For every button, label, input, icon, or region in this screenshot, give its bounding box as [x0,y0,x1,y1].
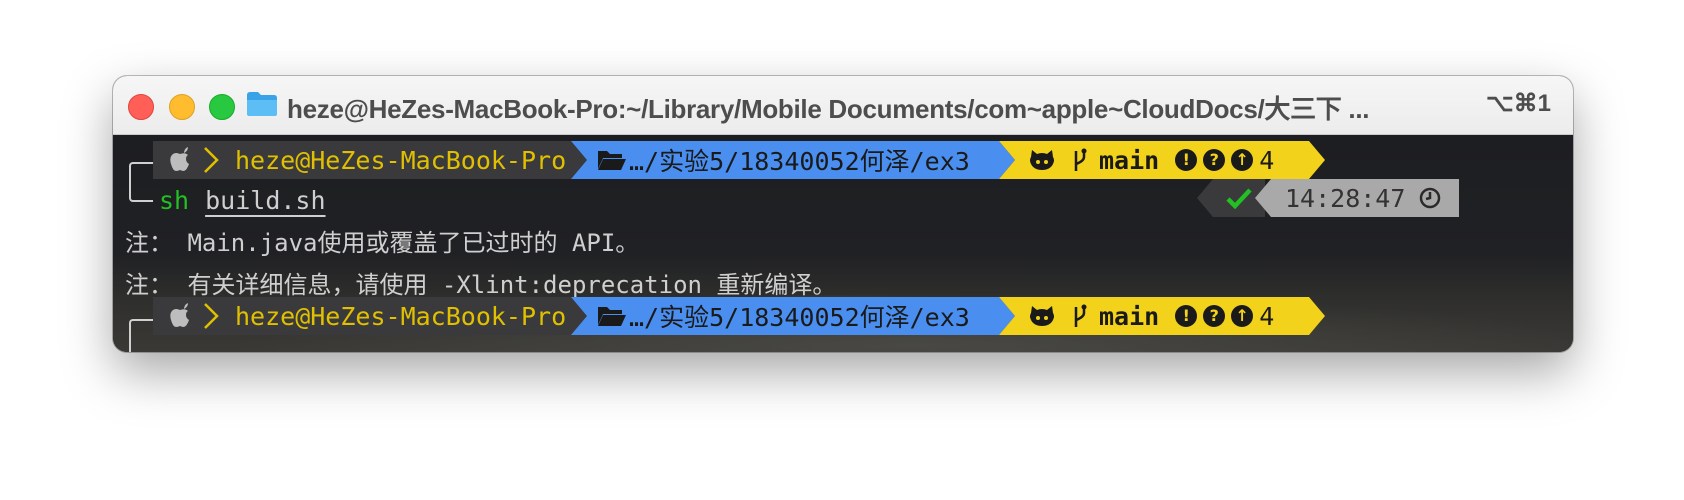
folder-icon [247,92,277,116]
git-ahead-count: 4 [1259,145,1275,175]
prompt-git-segment: main ! ? ↑ 4 [999,297,1309,335]
output-line: 注： 有关详细信息，请使用 -Xlint:deprecation 重新编译。 [125,271,837,299]
prompt-time: 14:28:47 [1285,183,1406,213]
command-argument: build.sh [205,185,326,215]
check-icon [1226,188,1252,209]
prompt-dir-segment: …/实验5/18340052何泽/ex3 [571,297,999,335]
time-segment: 14:28:47 [1271,179,1459,217]
github-icon [1030,150,1054,170]
prompt-frame-top [129,319,153,352]
segment-arrow [1309,141,1325,179]
exclamation-icon: ! [1175,149,1198,171]
prompt-dir-segment: …/实验5/18340052何泽/ex3 [571,141,999,179]
window-title: heze@HeZes-MacBook-Pro:~/Library/Mobile … [287,94,1370,124]
prompt-directory: …/实验5/18340052何泽/ex3 [629,303,970,332]
git-branch-name: main [1099,145,1160,175]
terminal-content[interactable]: heze@HeZes-MacBook-Pro …/实验5/18340052何泽/… [113,135,1573,352]
question-icon: ? [1203,305,1226,327]
git-ahead-count: 4 [1259,301,1275,331]
command-program: sh [159,185,190,215]
segment-arrow-left [1197,179,1213,217]
output-line: 注： Main.java使用或覆盖了已过时的 API。 [125,229,640,257]
git-branch-name: main [1099,301,1160,331]
arrow-up-icon: ↑ [1231,149,1254,171]
exclamation-icon: ! [1175,305,1198,327]
prompt-user-host: heze@HeZes-MacBook-Pro [235,145,567,175]
branch-icon [1074,148,1087,171]
chevron-right-icon [204,303,219,329]
chevron-right-icon [204,147,219,173]
arrow-up-icon: ↑ [1231,305,1254,327]
clock-icon [1420,187,1441,209]
close-button[interactable] [128,94,154,120]
minimize-button[interactable] [169,94,195,120]
question-icon: ? [1203,149,1226,171]
branch-icon [1074,304,1087,327]
segment-arrow [1309,297,1325,335]
prompt-os-segment: heze@HeZes-MacBook-Pro [153,297,571,335]
segment-arrow-left [1255,179,1271,217]
terminal-window: heze@HeZes-MacBook-Pro:~/Library/Mobile … [113,76,1573,352]
zoom-button[interactable] [209,94,235,120]
github-icon [1030,306,1054,326]
prompt-directory: …/实验5/18340052何泽/ex3 [629,147,970,176]
prompt-git-segment: main ! ? ↑ 4 [999,141,1309,179]
apple-icon [170,303,189,327]
prompt-os-segment: heze@HeZes-MacBook-Pro [153,141,571,179]
apple-icon [170,147,189,171]
title-bar: heze@HeZes-MacBook-Pro:~/Library/Mobile … [113,76,1573,135]
window-shortcut: ⌥⌘1 [1485,90,1551,117]
prompt-user-host: heze@HeZes-MacBook-Pro [235,301,567,331]
folder-open-icon [598,307,626,326]
folder-open-icon [598,151,626,170]
prompt-frame-top [129,162,153,202]
